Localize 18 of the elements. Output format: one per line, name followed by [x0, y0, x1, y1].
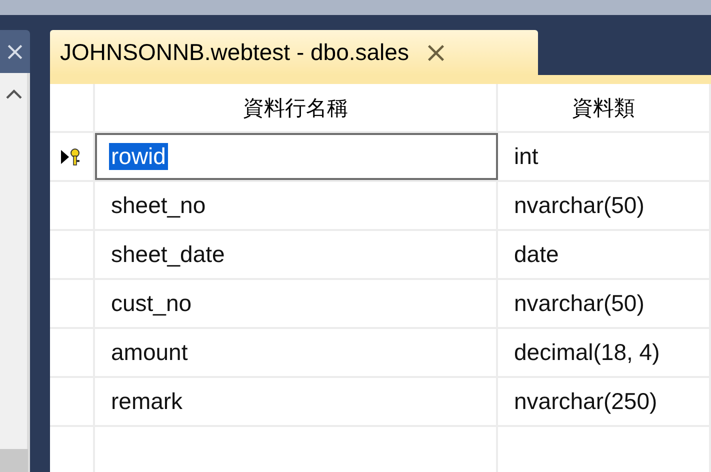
table-cell[interactable]: nvarchar(250)	[498, 378, 711, 425]
table-cell[interactable]: amount	[95, 329, 498, 376]
table-cell[interactable]: int	[498, 133, 711, 180]
column-header[interactable]: 資料類	[498, 84, 711, 131]
table-cell[interactable]: date	[498, 231, 711, 278]
column-header[interactable]: 資料行名稱	[95, 84, 498, 131]
table-cell[interactable]: cust_no	[95, 280, 498, 327]
table-cell[interactable]: rowid	[95, 133, 498, 180]
table-cell[interactable]: decimal(18, 4)	[498, 329, 711, 376]
document-tab[interactable]: JOHNSONNB.webtest - dbo.sales	[50, 30, 538, 75]
chevron-up-icon[interactable]	[6, 89, 22, 99]
close-icon[interactable]	[426, 44, 445, 62]
table-cell[interactable]: nvarchar(50)	[498, 280, 711, 327]
table-cell[interactable]: sheet_no	[95, 182, 498, 229]
table-cell[interactable]: remark	[95, 378, 498, 425]
panel-tab[interactable]	[0, 449, 28, 472]
table-cell[interactable]: nvarchar(50)	[498, 182, 711, 229]
table-cell[interactable]: sheet_date	[95, 231, 498, 278]
